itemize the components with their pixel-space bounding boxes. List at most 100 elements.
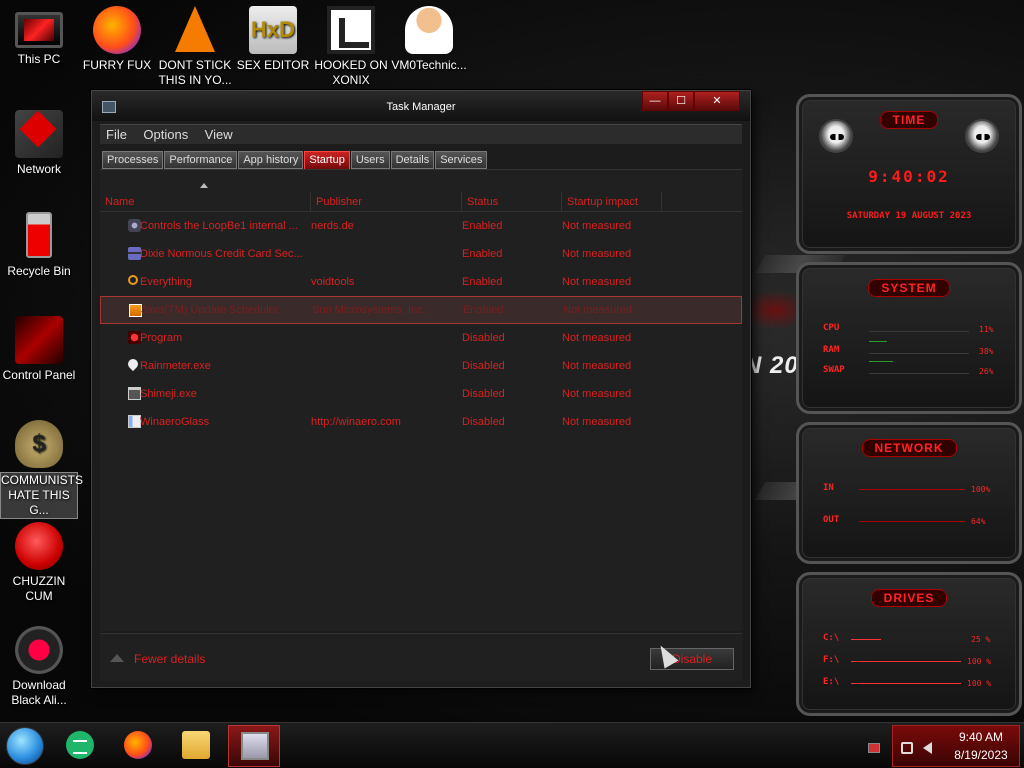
column-header-startup-impact[interactable]: Startup impact (562, 192, 662, 212)
menu-options[interactable]: Options (137, 125, 194, 145)
network-gadget: NETWORK IN 100% OUT 64% (796, 422, 1022, 564)
desktop-icon-vm0technic[interactable]: VM0Technic... (390, 6, 468, 73)
startup-list: Name Publisher Status Startup impact Con… (100, 169, 742, 631)
desktop-icon-furry-fux[interactable]: FURRY FUX (78, 6, 156, 73)
action-center-flag-icon[interactable] (868, 743, 880, 753)
table-row[interactable]: Controls the LoopBe1 internal ... nerds.… (100, 212, 742, 240)
row-name: WinaeroGlass (140, 416, 210, 428)
ram-value: 38% (979, 347, 994, 356)
row-impact: Not measured (562, 332, 632, 344)
row-impact: Not measured (562, 360, 632, 372)
taskbar-sheets-button[interactable] (54, 725, 106, 767)
maximize-button[interactable]: ☐ (668, 91, 694, 111)
table-row[interactable]: Dixie Normous Credit Card Sec... Enabled… (100, 240, 742, 268)
row-name: Everything (140, 276, 192, 288)
close-button[interactable]: ✕ (694, 91, 740, 111)
network-title: NETWORK (861, 439, 957, 457)
drives-title: DRIVES (870, 589, 948, 607)
tab-app-history[interactable]: App history (238, 151, 304, 169)
desktop-icon-this-pc[interactable]: This PC (0, 6, 78, 67)
desktop-icon-communists[interactable]: $ COMMUNISTS HATE THIS G... (0, 420, 83, 519)
taskbar-task-manager-button[interactable] (228, 725, 280, 767)
desktop-icon-recycle-bin[interactable]: Recycle Bin (0, 212, 78, 279)
ram-label: RAM (823, 345, 840, 355)
desktop-icon-hooked-on-xonix[interactable]: HOOKED ON XONIX (312, 6, 390, 88)
desktop-icon-label: FURRY FUX (82, 58, 152, 72)
droplet-icon (125, 356, 141, 372)
chevron-up-icon[interactable] (110, 654, 124, 662)
clock-title: TIME (879, 111, 939, 129)
row-impact: Not measured (563, 304, 633, 316)
desktop-icon-control-panel[interactable]: Control Panel (0, 316, 78, 383)
clock-time: 9:40:02 (868, 167, 950, 186)
desktop-icon-chuzzin-cum[interactable]: CHUZZIN CUM (0, 522, 78, 604)
footer: Fewer details Disable (100, 633, 742, 681)
fewer-details-link[interactable]: Fewer details (134, 652, 205, 666)
startup-rows: Controls the LoopBe1 internal ... nerds.… (100, 212, 742, 436)
taskbar-firefox-button[interactable] (112, 725, 164, 767)
folder-icon (182, 731, 210, 759)
column-header-publisher[interactable]: Publisher (311, 192, 462, 212)
monitor-icon (15, 12, 63, 48)
taskbar-file-explorer-button[interactable] (170, 725, 222, 767)
recycle-bin-icon (26, 212, 52, 258)
table-row[interactable]: Rainmeter.exe Disabled Not measured (100, 352, 742, 380)
menu-bar: File Options View (100, 124, 742, 144)
menu-view[interactable]: View (199, 125, 239, 145)
menu-file[interactable]: File (100, 125, 133, 145)
drive-c-label: C:\ (823, 633, 840, 643)
row-status: Enabled (463, 304, 504, 316)
column-headers: Name Publisher Status Startup impact (100, 192, 742, 212)
desktop-icon-label: Download Black Ali... (11, 678, 67, 707)
title-bar[interactable]: Task Manager — ☐ ✕ (92, 91, 750, 121)
tab-services[interactable]: Services (435, 151, 488, 169)
drive-e-value: 100 % (967, 679, 992, 688)
network-out-label: OUT (823, 515, 840, 525)
system-title: SYSTEM (868, 279, 950, 297)
tray-clock-date[interactable]: 8/19/2023 (945, 748, 1017, 762)
desktop-icon-sex-editor[interactable]: HxD SEX EDITOR (234, 6, 312, 73)
column-header-status[interactable]: Status (462, 192, 562, 212)
desktop-icon-network[interactable]: Network (0, 110, 78, 177)
table-row[interactable]: Shimeji.exe Disabled Not measured (100, 380, 742, 408)
wallpaper-text: N 20 (744, 352, 799, 379)
desktop-icon-label: CHUZZIN CUM (12, 574, 66, 603)
tab-processes[interactable]: Processes (102, 151, 164, 169)
vlc-cone-icon (175, 6, 215, 52)
drive-c-value: 25 % (971, 635, 991, 644)
start-button[interactable] (6, 727, 44, 765)
desktop-icon-dont-stick[interactable]: DONT STICK THIS IN YO... (156, 6, 234, 88)
alien-icon (15, 626, 63, 674)
volume-icon[interactable] (923, 742, 932, 754)
system-gadget: SYSTEM CPU 11% RAM 38% SWAP 26% (796, 262, 1022, 414)
network-tray-icon[interactable] (901, 742, 913, 754)
drives-gadget: DRIVES C:\ 25 % F:\ 100 % E:\ 100 % (796, 572, 1022, 716)
row-impact: Not measured (562, 416, 632, 428)
clock-date: SATURDAY 19 AUGUST 2023 (846, 211, 972, 221)
tab-users[interactable]: Users (350, 151, 390, 169)
desktop-icon-label: This PC (17, 52, 61, 66)
desktop-icon-label: Control Panel (2, 368, 76, 382)
table-row-selected[interactable]: Java(TM) Update Scheduler Sun Microsyste… (100, 296, 742, 324)
taskbar: 9:40 AM 8/19/2023 (0, 722, 1024, 768)
minimize-button[interactable]: — (642, 91, 668, 111)
table-row[interactable]: WinaeroGlass http://winaero.com Disabled… (100, 408, 742, 436)
tray-clock-time[interactable]: 9:40 AM (945, 730, 1017, 744)
maze-icon (327, 6, 375, 54)
tab-performance[interactable]: Performance (164, 151, 238, 169)
tab-details[interactable]: Details (390, 151, 435, 169)
desktop-icon-download-black-ali[interactable]: Download Black Ali... (0, 626, 78, 708)
row-name: Shimeji.exe (140, 388, 197, 400)
drive-f-value: 100 % (967, 657, 992, 666)
drive-f-label: F:\ (823, 655, 840, 665)
network-in-label: IN (823, 483, 834, 493)
cpu-value: 11% (979, 325, 994, 334)
column-header-name[interactable]: Name (100, 192, 311, 212)
firefox-icon (124, 731, 152, 759)
table-row[interactable]: Everything voidtools Enabled Not measure… (100, 268, 742, 296)
network-icon (15, 110, 63, 158)
row-name: Controls the LoopBe1 internal ... (140, 220, 298, 232)
task-manager-icon (241, 732, 269, 760)
row-publisher: Sun Microsystems, Inc. (312, 304, 426, 316)
table-row[interactable]: Program Disabled Not measured (100, 324, 742, 352)
